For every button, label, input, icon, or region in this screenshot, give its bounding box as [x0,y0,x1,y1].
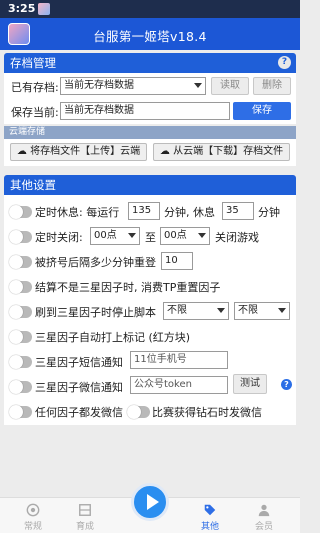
grid-icon [79,504,91,516]
close-game-label: 关闭游戏 [215,231,259,244]
other-settings-panel: 定时休息: 每运行 135 分钟, 休息 35 分钟 定时关闭: 00点 至 0… [4,195,296,425]
close-from-value: 00点 [94,230,117,241]
stop-script-select-2[interactable]: 不限 [234,302,290,320]
auto-mark-toggle[interactable] [9,330,32,344]
user-icon [258,504,270,517]
dropdown-arrow-icon [198,233,206,238]
existing-archive-label: 已有存档: [11,81,59,94]
timed-rest-toggle[interactable] [9,205,32,219]
toggle-knob [9,280,23,294]
minutes-label: 分钟 [258,206,280,219]
play-icon [147,494,159,510]
other-settings-title: 其他设置 [10,178,56,192]
app-notification-icon [38,3,50,15]
cloud-download-button[interactable]: ☁ 从云端【下载】存档文件 [153,143,290,161]
chrome-icon [26,503,40,517]
toggle-knob [9,355,23,369]
timed-close-label: 定时关闭: [35,231,83,244]
any-factor-wechat-label: 任何因子都发微信 [35,406,123,419]
app-header: 台服第一姬塔v18.4 [0,18,300,50]
wechat-notify-toggle[interactable] [9,380,32,394]
archive-panel: 已有存档: 当前无存档数据 读取 删除 保存当前: 当前无存档数据 保存 [4,73,296,124]
dropdown-arrow-icon [194,83,202,88]
relogin-toggle[interactable] [9,255,32,269]
nav-item-other[interactable]: 其他 [190,503,230,532]
relogin-label: 被挤号后隔多少分钟重登 [35,256,156,269]
test-button[interactable]: 测试 [233,374,267,394]
settlement-reset-toggle[interactable] [9,280,32,294]
cloud-upload-label: 将存档文件【上传】云端 [30,146,141,157]
app-title: 台服第一姬塔v18.4 [93,29,207,44]
save-current-input[interactable]: 当前无存档数据 [60,102,230,120]
tag-icon [204,504,216,516]
dropdown-arrow-icon [217,308,225,313]
diamond-wechat-label: 比赛获得钻石时发微信 [152,406,262,419]
read-button[interactable]: 读取 [211,77,249,95]
toggle-knob [9,380,23,394]
any-factor-wechat-toggle[interactable] [9,405,32,419]
archive-section-title: 存档管理 [10,56,56,70]
cloud-upload-button[interactable]: ☁ 将存档文件【上传】云端 [10,143,147,161]
relogin-minutes-input[interactable]: 10 [161,252,193,270]
close-from-select[interactable]: 00点 [90,227,140,245]
nav-label-general: 常规 [23,522,42,532]
nav-label-train: 育成 [75,522,94,532]
sms-notify-label: 三星因子短信通知 [35,356,123,369]
nav-item-member[interactable]: 会员 [244,503,284,532]
status-bar: 3:25 [0,0,300,18]
to-label: 至 [145,231,156,244]
toggle-knob [9,205,23,219]
toggle-knob [9,405,23,419]
stop-script-select-1[interactable]: 不限 [163,302,229,320]
wechat-token-input[interactable]: 公众号token [130,376,228,394]
wechat-notify-label: 三星因子微信通知 [35,381,123,394]
timed-close-toggle[interactable] [9,230,32,244]
stop-script-toggle[interactable] [9,305,32,319]
nav-label-other: 其他 [200,522,219,532]
diamond-wechat-toggle[interactable] [127,405,150,419]
dropdown-arrow-icon [278,308,286,313]
play-button[interactable] [131,483,169,521]
nav-item-train[interactable]: 育成 [65,503,105,532]
toggle-knob [9,305,23,319]
toggle-knob [9,230,23,244]
archive-section-header: 存档管理 ? [4,53,296,73]
cloud-download-icon: ☁ [159,146,170,157]
rest-minutes-input[interactable]: 35 [222,202,254,220]
close-to-value: 00点 [164,230,187,241]
run-minutes-input[interactable]: 135 [128,202,160,220]
nav-item-general[interactable]: 常规 [13,503,53,532]
status-time: 3:25 [8,2,36,15]
save-button[interactable]: 保存 [233,102,291,120]
toggle-knob [127,405,141,419]
timed-rest-label: 定时休息: 每运行 [35,206,120,219]
cloud-section-header: 云端存储 [4,126,296,139]
existing-archive-value: 当前无存档数据 [64,80,134,91]
close-to-select[interactable]: 00点 [160,227,210,245]
auto-mark-label: 三星因子自动打上标记 (红方块) [35,331,191,344]
other-settings-header: 其他设置 [4,175,296,195]
help-icon[interactable]: ? [278,56,291,69]
toggle-knob [9,330,23,344]
settlement-reset-label: 结算不是三星因子时, 消费TP重置因子 [35,281,221,294]
delete-button[interactable]: 删除 [253,77,291,95]
save-current-label: 保存当前: [11,106,59,119]
stop-script-label: 刷到三星因子时停止脚本 [35,306,156,319]
cloud-panel: ☁ 将存档文件【上传】云端 ☁ 从云端【下载】存档文件 [4,139,296,166]
toggle-knob [9,255,23,269]
cloud-upload-icon: ☁ [16,146,27,157]
phone-number-input[interactable]: 11位手机号 [130,351,228,369]
sms-notify-toggle[interactable] [9,355,32,369]
stop-script-value-2: 不限 [238,305,258,316]
rest-label: 分钟, 休息 [164,206,215,219]
existing-archive-select[interactable]: 当前无存档数据 [60,77,206,95]
dropdown-arrow-icon [128,233,136,238]
stop-script-value-1: 不限 [167,305,187,316]
help-icon[interactable]: ? [281,379,292,390]
nav-label-member: 会员 [254,522,273,532]
cloud-download-label: 从云端【下载】存档文件 [173,146,284,157]
